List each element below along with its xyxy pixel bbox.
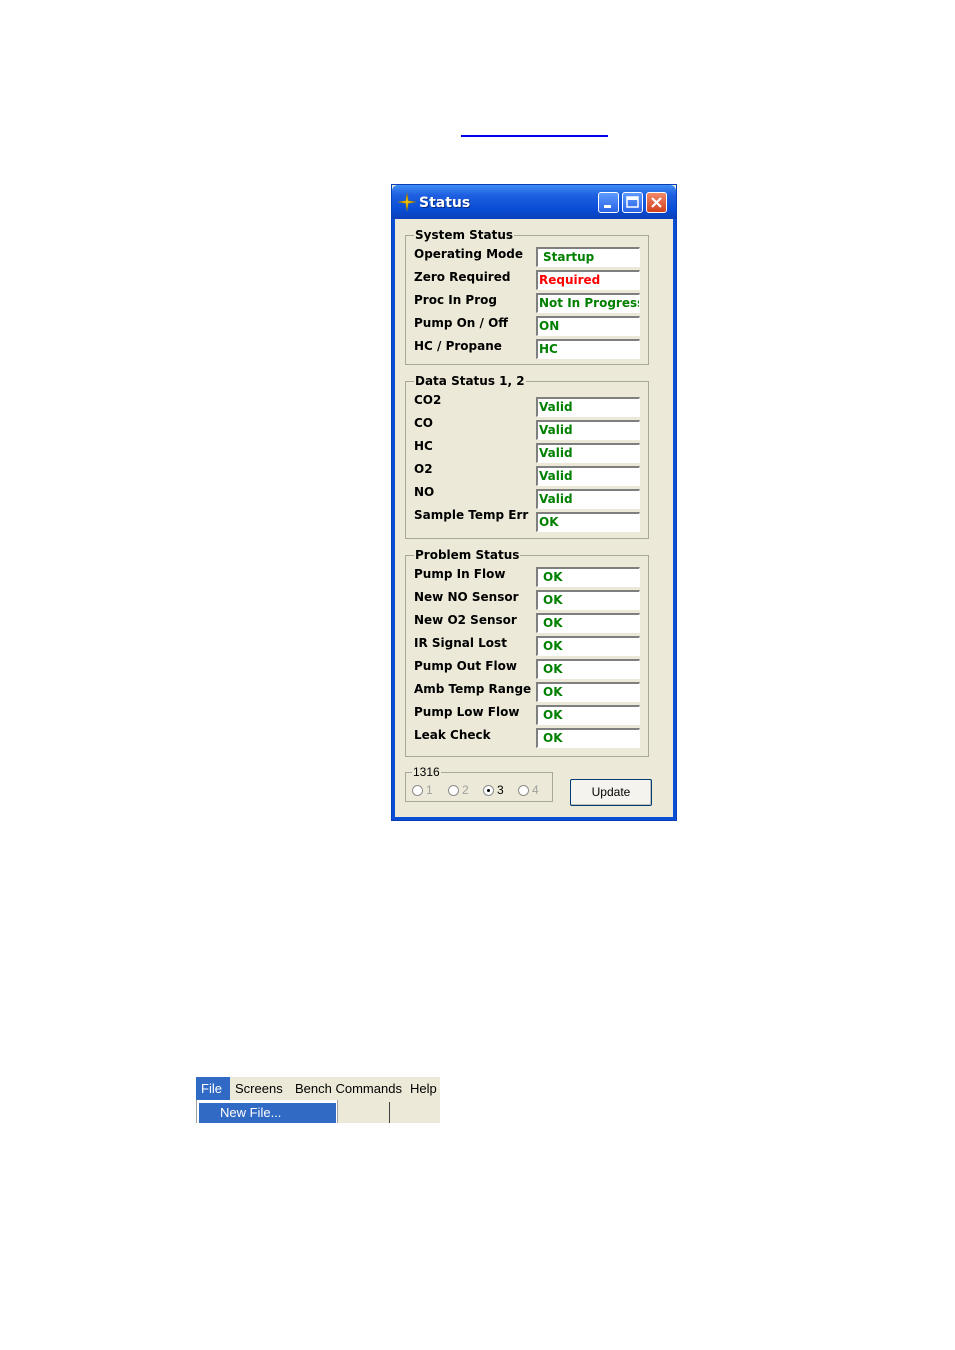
bench-radio-4-label: 4 xyxy=(532,783,539,797)
window-frame-right xyxy=(673,219,676,820)
o2-label: O2 xyxy=(414,462,433,476)
menu-screens[interactable]: Screens xyxy=(230,1077,288,1100)
radio-circle-icon xyxy=(518,785,529,796)
menu-bar: File Screens Bench Commands Help xyxy=(196,1077,440,1100)
ir-signal-lost-field: OK xyxy=(536,636,640,656)
radio-circle-icon xyxy=(448,785,459,796)
hc-field: Valid xyxy=(536,443,640,463)
bench-group-title: 1316 xyxy=(412,765,441,779)
menu-new-file[interactable]: New File... xyxy=(199,1103,336,1123)
update-button[interactable]: Update xyxy=(570,779,652,806)
title-bar[interactable]: Status xyxy=(392,185,676,219)
operating-mode-field: Startup xyxy=(536,247,640,267)
zero-required-label: Zero Required xyxy=(414,270,511,284)
hc-propane-label: HC / Propane xyxy=(414,339,502,353)
co2-field: Valid xyxy=(536,397,640,417)
system-status-title: System Status xyxy=(414,228,515,242)
window-frame-bottom xyxy=(392,817,676,820)
leak-check-field: OK xyxy=(536,728,640,748)
amb-temp-range-field: OK xyxy=(536,682,640,702)
hyperlink-underline[interactable] xyxy=(461,135,608,137)
operating-mode-label: Operating Mode xyxy=(414,247,524,261)
co-field: Valid xyxy=(536,420,640,440)
bench-radio-4[interactable]: 4 xyxy=(518,783,539,797)
system-status-group: System Status Operating Mode Startup Zer… xyxy=(405,228,649,365)
pump-in-flow-field: OK xyxy=(536,567,640,587)
bench-radio-3[interactable]: 3 xyxy=(483,783,504,797)
menu-file[interactable]: File xyxy=(196,1077,230,1100)
new-no-sensor-label: New NO Sensor xyxy=(414,590,519,604)
pump-low-flow-label: Pump Low Flow xyxy=(414,705,520,719)
co-label: CO xyxy=(414,416,434,430)
menu-help[interactable]: Help xyxy=(405,1077,442,1100)
o2-field: Valid xyxy=(536,466,640,486)
bench-radio-2-label: 2 xyxy=(462,783,469,797)
maximize-icon xyxy=(626,196,639,208)
hc-propane-field: HC xyxy=(536,339,640,359)
window-title: Status xyxy=(419,195,471,211)
pump-out-flow-label: Pump Out Flow xyxy=(414,659,517,673)
zero-required-field: Required xyxy=(536,270,640,290)
close-icon xyxy=(651,197,662,208)
data-status-group: Data Status 1, 2 CO2 Valid CO Valid HC V… xyxy=(405,374,649,539)
sample-temp-err-label: Sample Temp Err xyxy=(414,508,529,522)
close-button[interactable] xyxy=(646,192,667,213)
pump-in-flow-label: Pump In Flow xyxy=(414,567,506,581)
radio-selected-icon xyxy=(483,785,494,796)
bench-radio-2[interactable]: 2 xyxy=(448,783,469,797)
bench-radio-1[interactable]: 1 xyxy=(412,783,433,797)
pump-on-off-label: Pump On / Off xyxy=(414,316,509,330)
new-o2-sensor-field: OK xyxy=(536,613,640,633)
co2-label: CO2 xyxy=(414,393,442,407)
minimize-icon xyxy=(604,205,611,208)
minimize-button[interactable] xyxy=(598,192,619,213)
ir-signal-lost-label: IR Signal Lost xyxy=(414,636,507,650)
proc-in-prog-label: Proc In Prog xyxy=(414,293,497,307)
problem-status-group: Problem Status Pump In Flow OK New NO Se… xyxy=(405,548,649,757)
problem-status-title: Problem Status xyxy=(414,548,521,562)
sample-temp-err-field: OK xyxy=(536,512,640,532)
dropdown-panel: New File... xyxy=(196,1100,338,1123)
amb-temp-range-label: Amb Temp Range xyxy=(414,682,532,696)
file-dropdown: New File... xyxy=(196,1100,440,1123)
radio-circle-icon xyxy=(412,785,423,796)
hc-label: HC xyxy=(414,439,433,453)
maximize-button[interactable] xyxy=(622,192,643,213)
status-window: Status System Status Operating Mode Star… xyxy=(391,184,677,821)
new-no-sensor-field: OK xyxy=(536,590,640,610)
leak-check-label: Leak Check xyxy=(414,728,491,742)
proc-in-prog-field: Not In Progress xyxy=(536,293,640,313)
app-star-icon xyxy=(398,193,416,211)
bench-radio-1-label: 1 xyxy=(426,783,433,797)
window-frame-left xyxy=(392,219,395,820)
menu-bench-commands[interactable]: Bench Commands xyxy=(290,1077,407,1100)
data-status-title: Data Status 1, 2 xyxy=(414,374,526,388)
dropdown-divider xyxy=(389,1102,390,1123)
bench-radio-3-label: 3 xyxy=(497,783,504,797)
pump-low-flow-field: OK xyxy=(536,705,640,725)
no-label: NO xyxy=(414,485,435,499)
pump-on-off-field: ON xyxy=(536,316,640,336)
pump-out-flow-field: OK xyxy=(536,659,640,679)
new-o2-sensor-label: New O2 Sensor xyxy=(414,613,517,627)
no-field: Valid xyxy=(536,489,640,509)
bench-select-group: 1316 1 2 3 4 xyxy=(405,765,553,802)
